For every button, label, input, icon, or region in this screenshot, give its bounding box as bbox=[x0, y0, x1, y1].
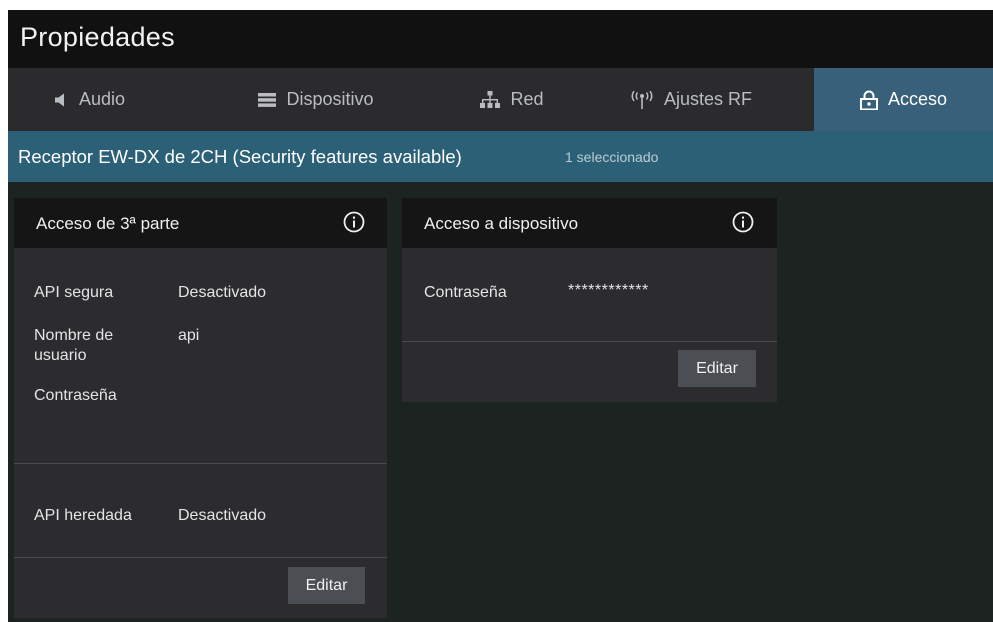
footer-divider bbox=[14, 557, 387, 558]
password-label: Contraseña bbox=[34, 387, 117, 404]
title-bar: Propiedades bbox=[8, 10, 993, 68]
edit-third-party-button[interactable]: Editar bbox=[288, 567, 365, 604]
device-subheader: Receptor EW-DX de 2CH (Security features… bbox=[8, 131, 993, 182]
device-password-value: ************ bbox=[568, 282, 649, 299]
tab-audio[interactable]: Audio bbox=[8, 68, 170, 131]
tab-network[interactable]: Red bbox=[462, 68, 562, 131]
secure-api-label: API segura bbox=[34, 284, 114, 301]
antenna-icon bbox=[630, 90, 654, 109]
device-access-divider bbox=[402, 341, 777, 342]
device-password-label: Contraseña bbox=[424, 284, 507, 301]
device-access-title: Acceso a dispositivo bbox=[424, 214, 579, 233]
device-icon bbox=[258, 92, 277, 107]
legacy-api-value: Desactivado bbox=[178, 507, 267, 524]
selection-count: 1 seleccionado bbox=[565, 149, 659, 165]
tab-audio-label: Audio bbox=[78, 89, 126, 109]
legacy-api-label: API heredada bbox=[34, 507, 132, 524]
device-name: Receptor EW-DX de 2CH (Security features… bbox=[18, 146, 462, 167]
third-party-access-card: Acceso de 3ª parte API segura Desactivad… bbox=[14, 198, 387, 618]
secure-api-value: Desactivado bbox=[178, 284, 267, 301]
device-access-header: Acceso a dispositivo bbox=[402, 198, 777, 248]
tab-device[interactable]: Dispositivo bbox=[234, 68, 398, 131]
properties-window: Propiedades Audio Dispositivo Red Ajuste… bbox=[8, 10, 993, 622]
tab-bar: Audio Dispositivo Red Ajustes RF Acceso bbox=[8, 68, 993, 131]
network-icon bbox=[480, 91, 501, 108]
tab-network-label: Red bbox=[510, 89, 544, 109]
third-party-access-title: Acceso de 3ª parte bbox=[36, 214, 180, 233]
device-access-card: Acceso a dispositivo Contraseña ********… bbox=[402, 198, 777, 402]
section-divider bbox=[14, 463, 387, 464]
tab-rf-settings-label: Ajustes RF bbox=[663, 89, 753, 109]
info-icon[interactable] bbox=[732, 211, 754, 233]
third-party-access-header: Acceso de 3ª parte bbox=[14, 198, 387, 248]
username-value: api bbox=[178, 327, 200, 344]
username-label: Nombre de usuario bbox=[34, 327, 114, 364]
tab-device-label: Dispositivo bbox=[286, 89, 374, 109]
tab-access[interactable]: Acceso bbox=[814, 68, 993, 131]
speaker-icon bbox=[53, 92, 69, 108]
info-icon[interactable] bbox=[343, 211, 365, 233]
lock-icon bbox=[859, 90, 878, 110]
window-title: Propiedades bbox=[20, 22, 175, 52]
edit-device-access-button[interactable]: Editar bbox=[678, 350, 756, 387]
tab-rf-settings[interactable]: Ajustes RF bbox=[596, 68, 786, 131]
tab-access-label: Acceso bbox=[887, 89, 948, 109]
